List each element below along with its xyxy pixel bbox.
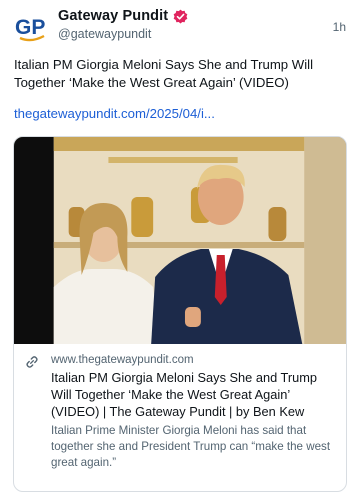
- author-name[interactable]: Gateway Pundit: [58, 8, 168, 24]
- verified-badge-icon: [173, 9, 188, 24]
- gateway-pundit-logo-icon: GP: [15, 16, 45, 42]
- svg-text:GP: GP: [15, 16, 45, 39]
- post-header: GP Gateway Pundit @gatewaypundit 1h: [14, 8, 346, 46]
- avatar[interactable]: GP: [14, 10, 48, 44]
- author-block: Gateway Pundit @gatewaypundit: [58, 8, 188, 41]
- card-body: www.thegatewaypundit.com Italian PM Gior…: [14, 344, 346, 471]
- link-icon: [25, 355, 39, 369]
- author-line: Gateway Pundit: [58, 8, 188, 24]
- post-link[interactable]: thegatewaypundit.com/2025/04/i...: [14, 106, 215, 121]
- post-timestamp[interactable]: 1h: [333, 20, 346, 34]
- author-handle[interactable]: @gatewaypundit: [58, 27, 188, 41]
- link-preview-card[interactable]: www.thegatewaypundit.com Italian PM Gior…: [13, 136, 347, 492]
- card-image[interactable]: [14, 137, 346, 344]
- card-domain: www.thegatewaypundit.com: [51, 354, 194, 366]
- card-description: Italian Prime Minister Giorgia Meloni ha…: [51, 424, 331, 469]
- card-title[interactable]: Italian PM Giorgia Meloni Says She and T…: [51, 369, 334, 420]
- post-text: Italian PM Giorgia Meloni Says She and T…: [14, 57, 314, 90]
- social-post[interactable]: GP Gateway Pundit @gatewaypundit 1h Ital…: [0, 0, 360, 500]
- photo-of-two-people-icon: [14, 137, 346, 344]
